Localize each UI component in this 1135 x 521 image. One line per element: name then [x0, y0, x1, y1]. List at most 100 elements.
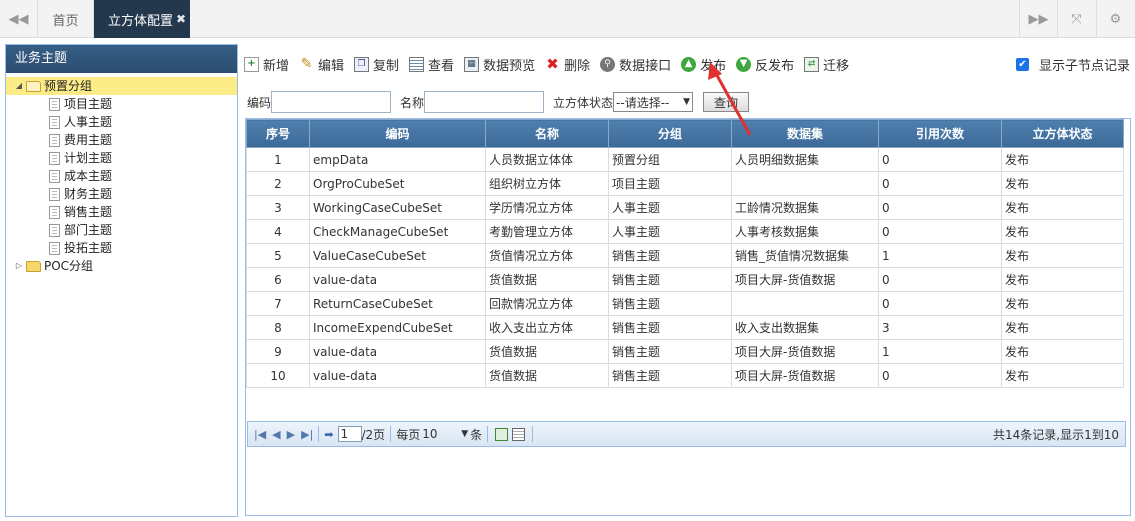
tree-item-label: 计划主题 [64, 151, 113, 165]
table-cell: 发布 [1001, 171, 1124, 196]
table-cell: 发布 [1001, 315, 1124, 340]
checkbox-checked-icon[interactable]: ✔ [1015, 58, 1029, 71]
table-cell: 0 [878, 267, 1002, 292]
table-cell: 销售主题 [608, 339, 732, 364]
query-button[interactable]: 查询 [703, 92, 750, 112]
table-cell: WorkingCaseCubeSet [309, 195, 486, 220]
table-row[interactable]: 7 ReturnCaseCubeSet 回款情况立方体 销售主题 0 发布 [246, 291, 1124, 316]
status-select[interactable]: --请选择-- ▼ [613, 92, 694, 112]
copy-button[interactable]: ❐ 复制 [354, 55, 399, 74]
tree-item-label: 财务主题 [64, 187, 113, 201]
table-row[interactable]: 8 IncomeExpendCubeSet 收入支出立方体 销售主题 收入支出数据集 3 发… [246, 315, 1124, 340]
publish-button[interactable]: ▲ 发布 [681, 55, 726, 74]
scroll-right-icon[interactable]: ▶▶ [1019, 0, 1057, 38]
document-icon [49, 205, 60, 219]
table-cell: 发布 [1001, 291, 1124, 316]
tree-group[interactable]: ▷ POC分组 [6, 257, 237, 275]
fullscreen-icon[interactable]: ⤧ [1057, 0, 1095, 38]
status-select-value: --请选择-- [616, 95, 670, 110]
table-cell: 预置分组 [608, 147, 732, 172]
close-icon[interactable]: ✖ [176, 12, 186, 26]
search-bar: 编码 名称 立方体状态 --请选择-- ▼ 查询 [247, 91, 750, 113]
column-header[interactable]: 立方体状态 [1001, 119, 1124, 148]
page-number-input[interactable]: 1 [337, 426, 362, 442]
table-row[interactable]: 10 value-data 货值数据 销售主题 项目大屏-货值数据 0 发布 [246, 363, 1124, 388]
table-row[interactable]: 5 ValueCaseCubeSet 货值情况立方体 销售主题 销售_货值情况数据集 1 发… [246, 243, 1124, 268]
first-page-icon[interactable]: |◀ [254, 428, 266, 441]
tab-home[interactable]: 首页 [38, 0, 94, 38]
table-cell: value-data [309, 363, 486, 388]
show-child-records-toggle[interactable]: ✔ 显示子节点记录 [1015, 55, 1130, 74]
table-row[interactable]: 4 CheckManageCubeSet 考勤管理立方体 人事主题 人事考核数据集 0 发布 [246, 219, 1124, 244]
tab-label: 立方体配置 [108, 13, 174, 29]
table-row[interactable]: 6 value-data 货值数据 销售主题 项目大屏-货值数据 0 发布 [246, 267, 1124, 292]
name-input[interactable] [424, 91, 545, 113]
table-cell: 人事主题 [608, 195, 732, 220]
tree-item[interactable]: 项目主题 [6, 95, 237, 113]
tab-cube-config[interactable]: 立方体配置 ✖ [94, 0, 190, 38]
edit-button[interactable]: ✎ 编辑 [299, 55, 344, 74]
table-cell: 9 [246, 339, 310, 364]
tree-item[interactable]: 费用主题 [6, 131, 237, 149]
copy-icon: ❐ [354, 56, 370, 72]
code-input[interactable] [271, 91, 392, 113]
table-cell: 销售主题 [608, 243, 732, 268]
go-page-icon[interactable]: ➡ [324, 428, 333, 441]
gear-icon[interactable]: ⚙ [1096, 0, 1134, 38]
tree-group-label: POC分组 [44, 259, 94, 273]
table-cell: 5 [246, 243, 310, 268]
tree-item[interactable]: 投拓主题 [6, 239, 237, 257]
view-button[interactable]: 查看 [409, 55, 454, 74]
table-cell: 收入支出立方体 [485, 315, 609, 340]
table-cell [731, 291, 879, 316]
column-header[interactable]: 名称 [485, 119, 609, 148]
column-header[interactable]: 序号 [246, 119, 310, 148]
table-cell: 0 [878, 195, 1002, 220]
delete-button[interactable]: ✖ 删除 [545, 55, 590, 74]
column-header[interactable]: 分组 [608, 119, 732, 148]
document-export-icon[interactable] [512, 427, 526, 441]
table-cell: 发布 [1001, 147, 1124, 172]
document-icon [49, 169, 60, 183]
unpublish-button[interactable]: ▼ 反发布 [736, 55, 794, 74]
excel-export-icon[interactable] [495, 427, 509, 441]
table-row[interactable]: 3 WorkingCaseCubeSet 学历情况立方体 人事主题 工龄情况数据集 0 发布 [246, 195, 1124, 220]
collapsed-arrow-icon[interactable]: ▷ [14, 257, 24, 275]
last-page-icon[interactable]: ▶| [301, 428, 313, 441]
table-cell: 货值数据 [485, 339, 609, 364]
table-cell: ValueCaseCubeSet [309, 243, 486, 268]
data-api-button[interactable]: ⚲ 数据接口 [600, 55, 671, 74]
prev-page-icon[interactable]: ◀ [272, 428, 280, 441]
chevron-down-icon: ▼ [683, 97, 691, 107]
column-header[interactable]: 引用次数 [878, 119, 1002, 148]
table-row[interactable]: 2 OrgProCubeSet 组织树立方体 项目主题 0 发布 [246, 171, 1124, 196]
column-header[interactable]: 数据集 [731, 119, 879, 148]
table-row[interactable]: 1 empData 人员数据立体体 预置分组 人员明细数据集 0 发布 [246, 147, 1124, 172]
table-cell: 1 [878, 243, 1002, 268]
table-cell: 0 [878, 291, 1002, 316]
scroll-left-icon[interactable]: ◀◀ [0, 0, 38, 38]
add-icon: + [244, 56, 259, 72]
next-page-icon[interactable]: ▶ [287, 428, 295, 441]
tree-group[interactable]: ◢ 预置分组 [6, 77, 237, 95]
migrate-icon: ⇄ [804, 56, 820, 72]
preview-button[interactable]: ▦ 数据预览 [464, 55, 535, 74]
migrate-button[interactable]: ⇄ 迁移 [804, 55, 849, 74]
new-button[interactable]: + 新增 [244, 55, 289, 74]
tree-item[interactable]: 计划主题 [6, 149, 237, 167]
table-cell: 回款情况立方体 [485, 291, 609, 316]
tree-item[interactable]: 成本主题 [6, 167, 237, 185]
tree-item-label: 人事主题 [64, 115, 113, 129]
table-row[interactable]: 9 value-data 货值数据 销售主题 项目大屏-货值数据 1 发布 [246, 339, 1124, 364]
page-size-select[interactable]: 10 ▼ [422, 425, 468, 443]
expanded-arrow-icon[interactable]: ◢ [14, 77, 24, 95]
tree-item[interactable]: 销售主题 [6, 203, 237, 221]
table-cell: 项目大屏-货值数据 [731, 363, 879, 388]
pagination-bar: |◀ ◀ ▶ ▶| ➡ 1 /2页 每页 10 ▼ 条 共14条记录,显示1到1… [247, 421, 1126, 447]
column-header[interactable]: 编码 [309, 119, 486, 148]
table-cell: 收入支出数据集 [731, 315, 879, 340]
tree-item[interactable]: 部门主题 [6, 221, 237, 239]
tree-item[interactable]: 人事主题 [6, 113, 237, 131]
chevron-down-icon: ▼ [461, 429, 469, 439]
tree-item[interactable]: 财务主题 [6, 185, 237, 203]
